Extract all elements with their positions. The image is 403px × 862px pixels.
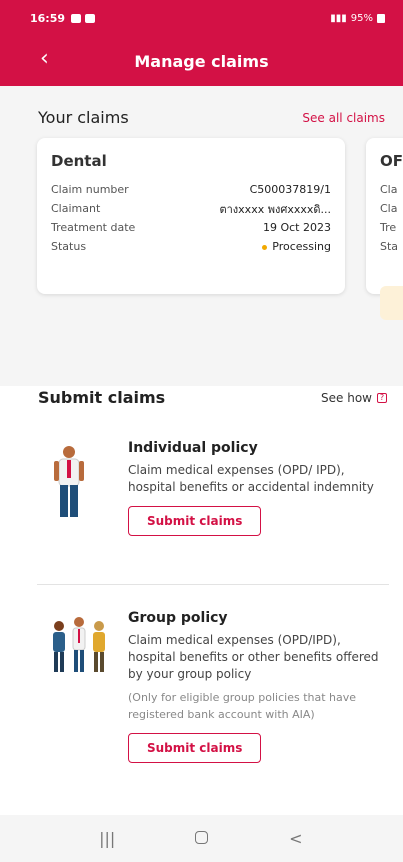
app-bar: ‹ Manage claims bbox=[0, 36, 403, 86]
claimant-value: ตางxxxx พงศxxxxดิ... bbox=[219, 202, 331, 216]
claim-card-title: Dental bbox=[51, 152, 107, 170]
claimant-label: Claimant bbox=[51, 202, 101, 215]
signal-icon: ▮▮▮ bbox=[330, 12, 347, 24]
claim-row-label: Sta bbox=[380, 240, 399, 253]
claim-card-dental[interactable]: Dental Claim number C500037819/1 Claiman… bbox=[37, 138, 345, 294]
claimant-row: Claimant ตางxxxx พงศxxxxดิ... bbox=[51, 199, 331, 218]
group-submit-claims-button[interactable]: Submit claims bbox=[128, 733, 262, 763]
individual-policy-text: Individual policy Claim medical expenses… bbox=[128, 440, 390, 536]
status-bar: 16:59 ▮▮▮ 95% bbox=[0, 0, 403, 36]
notification-icon bbox=[71, 13, 82, 23]
status-time: 16:59 bbox=[30, 11, 66, 25]
claim-row-label: Tre bbox=[380, 221, 397, 234]
divider bbox=[37, 584, 389, 585]
page-title: Manage claims bbox=[134, 51, 269, 71]
group-people-illustration-icon bbox=[49, 614, 109, 678]
your-claims-header: Your claims See all claims bbox=[38, 108, 385, 127]
status-row: Status Processing bbox=[51, 237, 331, 256]
group-policy-text: Group policy Claim medical expenses (OPD… bbox=[128, 610, 390, 763]
help-icon: ? bbox=[377, 392, 387, 403]
status-dot-icon bbox=[262, 244, 268, 250]
claim-row-label: Cla bbox=[380, 183, 398, 196]
claim-card-opd[interactable]: OF Cla Cla Tre Sta bbox=[366, 138, 403, 320]
submit-claims-header: Submit claims See how ? bbox=[38, 388, 387, 407]
group-policy-note: (Only for eligible group policies that h… bbox=[128, 691, 357, 721]
claim-number-value: C500037819/1 bbox=[249, 183, 331, 196]
see-all-claims-link[interactable]: See all claims bbox=[302, 111, 385, 125]
status-right: ▮▮▮ 95% bbox=[330, 13, 385, 24]
message-icon bbox=[85, 13, 96, 23]
claim-row: Cla bbox=[380, 180, 403, 199]
battery-icon bbox=[377, 13, 385, 23]
claim-row-label: Cla bbox=[380, 202, 398, 215]
see-how-link[interactable]: See how ? bbox=[321, 391, 387, 405]
claim-number-label: Claim number bbox=[51, 183, 129, 196]
nav-back-icon[interactable]: < bbox=[276, 829, 316, 848]
see-how-label: See how bbox=[321, 390, 372, 405]
status-value: Processing bbox=[262, 240, 331, 253]
claim-number-row: Claim number C500037819/1 bbox=[51, 180, 331, 199]
system-nav-bar: ||| < bbox=[0, 815, 403, 862]
your-claims-heading: Your claims bbox=[38, 108, 129, 127]
claim-row: Tre bbox=[380, 218, 403, 237]
home-button[interactable] bbox=[181, 829, 221, 848]
claim-action-box bbox=[380, 286, 403, 320]
group-policy-description: Claim medical expenses (OPD/IPD), hospit… bbox=[128, 633, 379, 681]
individual-submit-claims-button[interactable]: Submit claims bbox=[128, 506, 262, 536]
treatment-date-label: Treatment date bbox=[51, 221, 136, 234]
back-icon[interactable]: ‹ bbox=[40, 48, 49, 70]
claim-row: Cla bbox=[380, 199, 403, 218]
individual-policy-title: Individual policy bbox=[128, 440, 258, 456]
status-text: Processing bbox=[272, 240, 331, 253]
claim-row: Sta bbox=[380, 237, 403, 256]
individual-policy-description: Claim medical expenses (OPD/ IPD), hospi… bbox=[128, 463, 374, 494]
recents-icon[interactable]: ||| bbox=[87, 829, 127, 848]
your-claims-section: Your claims See all claims Dental Claim … bbox=[0, 86, 403, 386]
individual-person-illustration-icon bbox=[49, 444, 89, 524]
home-icon bbox=[194, 831, 208, 844]
submit-claims-heading: Submit claims bbox=[38, 388, 166, 407]
claim-card-title: OF bbox=[380, 152, 403, 170]
battery-level: 95% bbox=[350, 12, 373, 24]
status-label: Status bbox=[51, 240, 87, 253]
treatment-date-value: 19 Oct 2023 bbox=[262, 221, 331, 234]
group-policy-title: Group policy bbox=[128, 610, 228, 626]
treatment-date-row: Treatment date 19 Oct 2023 bbox=[51, 218, 331, 237]
